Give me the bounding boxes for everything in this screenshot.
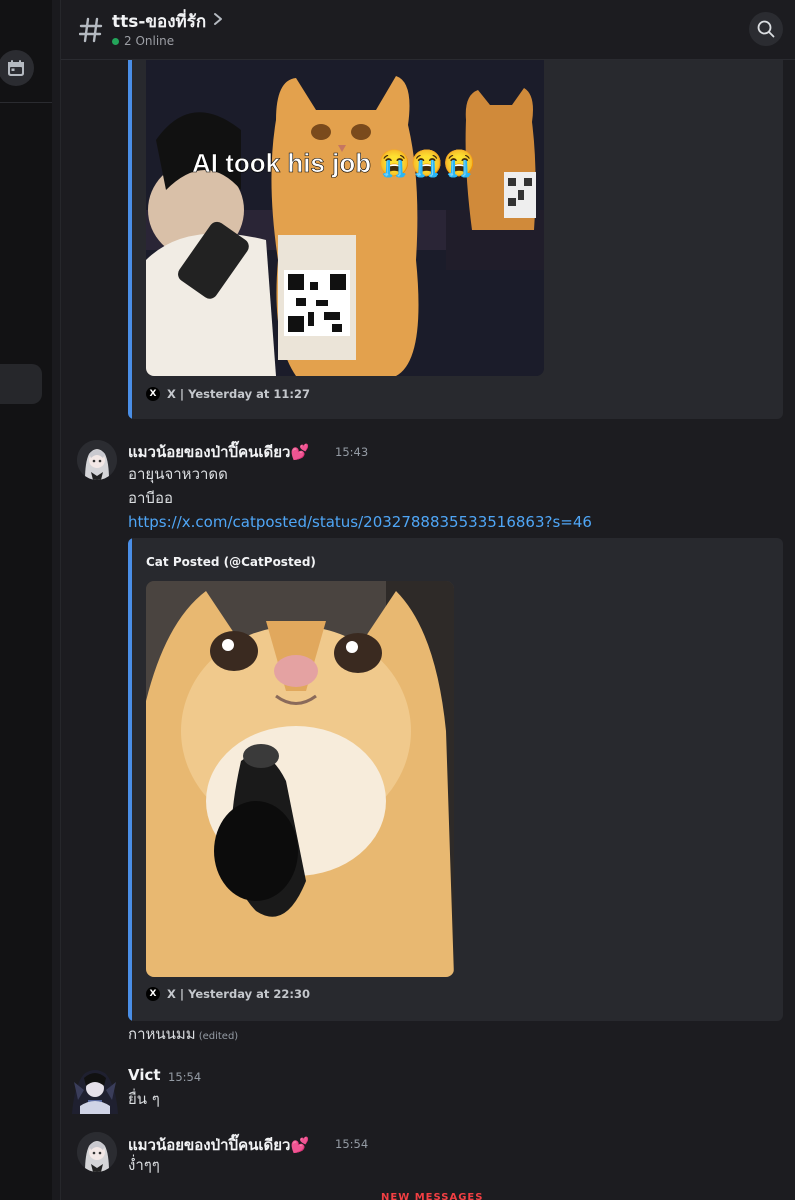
- link-embed: AI took his job 😭😭😭 X X | Yesterday at 1…: [128, 60, 783, 419]
- avatar[interactable]: [77, 1132, 117, 1172]
- message-line: ง่ำๆๆ: [128, 1156, 160, 1174]
- message-author[interactable]: แมวน้อยของป่าปิ๊คนเดียว💕: [128, 440, 309, 464]
- embed-image-cat-meme[interactable]: AI took his job 😭😭😭: [146, 60, 544, 376]
- link-embed: Cat Posted (@CatPosted) X X | Yesterday …: [128, 538, 783, 1021]
- chevron-right-icon[interactable]: [213, 12, 223, 26]
- message-text: กาหนนมม: [128, 1025, 196, 1043]
- embed-image-kitten[interactable]: [146, 581, 454, 977]
- message-timestamp: 15:54: [168, 1070, 202, 1084]
- message-line: ยื่น ๆ: [128, 1090, 160, 1108]
- calendar-icon: [8, 60, 24, 76]
- online-status: 2 Online: [112, 34, 174, 48]
- server-rail: [0, 0, 52, 1200]
- message-author[interactable]: แมวน้อยของป่าปิ๊คนเดียว💕: [128, 1133, 309, 1157]
- embed-accent-bar: [128, 60, 132, 419]
- chat-area: tts-ของที่รัก 2 Online AI took his job 😭…: [60, 0, 795, 1200]
- avatar[interactable]: [70, 1066, 120, 1114]
- message-timestamp: 15:54: [335, 1137, 369, 1151]
- x-logo-icon: X: [146, 987, 160, 1001]
- rail-divider: [0, 102, 52, 103]
- embed-footer: X X | Yesterday at 11:27: [146, 387, 310, 401]
- search-button[interactable]: [749, 12, 783, 46]
- message-line: อายุนจาหวาดด: [128, 465, 228, 483]
- message-line: อาบีออ: [128, 489, 173, 507]
- avatar[interactable]: [77, 440, 117, 480]
- events-button[interactable]: [0, 50, 34, 86]
- channel-header: tts-ของที่รัก 2 Online: [61, 0, 795, 60]
- x-logo-icon: X: [146, 387, 160, 401]
- selected-channel-item[interactable]: [0, 364, 42, 404]
- embed-footer-text: X | Yesterday at 11:27: [167, 387, 310, 401]
- meme-caption: AI took his job 😭😭😭: [192, 148, 475, 178]
- embed-footer-text: X | Yesterday at 22:30: [167, 987, 310, 1001]
- message-timestamp: 15:43: [335, 445, 369, 459]
- message-link[interactable]: https://x.com/catposted/status/203278883…: [128, 513, 592, 531]
- embed-accent-bar: [128, 538, 132, 1021]
- online-dot-icon: [112, 37, 119, 45]
- online-count: 2 Online: [124, 34, 175, 48]
- message-author[interactable]: Vict: [128, 1066, 161, 1084]
- search-icon: [757, 20, 775, 38]
- new-messages-divider[interactable]: NEW MESSAGES: [381, 1192, 483, 1200]
- embed-author[interactable]: Cat Posted (@CatPosted): [146, 555, 316, 569]
- message-line: กาหนนมม (edited): [128, 1025, 238, 1043]
- channel-name[interactable]: tts-ของที่รัก: [112, 8, 206, 35]
- hash-icon: [79, 17, 103, 43]
- embed-footer: X X | Yesterday at 22:30: [146, 987, 310, 1001]
- edited-label: (edited): [198, 1031, 239, 1042]
